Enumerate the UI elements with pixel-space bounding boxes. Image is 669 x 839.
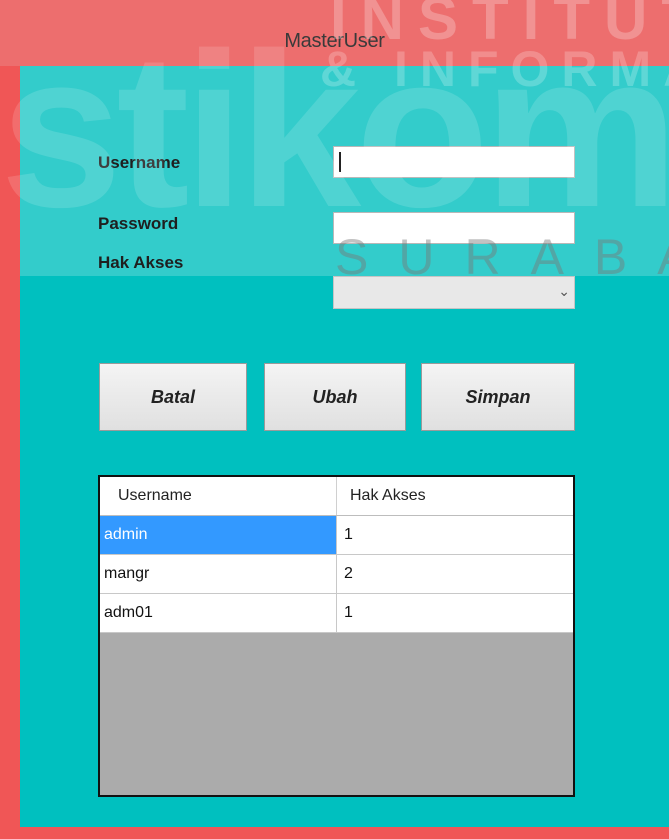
- form-client-area: Username Password Hak Akses ⌄ Batal Ubah…: [20, 66, 669, 827]
- text-caret: [339, 152, 341, 172]
- table-row[interactable]: adm01 1: [100, 594, 573, 633]
- hak-akses-combobox[interactable]: ⌄: [333, 276, 575, 309]
- password-input[interactable]: [333, 212, 575, 244]
- batal-button[interactable]: Batal: [99, 363, 247, 431]
- cell-username[interactable]: mangr: [100, 555, 337, 593]
- cell-username[interactable]: admin: [100, 516, 337, 554]
- column-header-username[interactable]: Username: [100, 477, 337, 515]
- cell-hak-akses[interactable]: 1: [337, 516, 573, 554]
- window-title: MasterUser: [284, 30, 385, 52]
- cell-hak-akses[interactable]: 1: [337, 594, 573, 632]
- column-header-hak-akses[interactable]: Hak Akses: [337, 477, 573, 515]
- password-label: Password: [98, 214, 179, 233]
- cell-username[interactable]: adm01: [100, 594, 337, 632]
- table-row[interactable]: mangr 2: [100, 555, 573, 594]
- user-data-grid[interactable]: Username Hak Akses admin 1 mangr 2 adm01…: [98, 475, 575, 797]
- grid-header-row: Username Hak Akses: [100, 477, 573, 516]
- username-label: Username: [98, 153, 181, 172]
- simpan-button[interactable]: Simpan: [421, 363, 575, 431]
- master-user-window: MasterUser Username Password Hak Akses ⌄…: [0, 0, 669, 839]
- cell-hak-akses[interactable]: 2: [337, 555, 573, 593]
- chevron-down-icon[interactable]: ⌄: [558, 283, 570, 300]
- ubah-button[interactable]: Ubah: [264, 363, 406, 431]
- title-bar[interactable]: MasterUser: [0, 0, 669, 66]
- hak-akses-label: Hak Akses: [98, 253, 184, 272]
- table-row[interactable]: admin 1: [100, 516, 573, 555]
- username-input[interactable]: [333, 146, 575, 178]
